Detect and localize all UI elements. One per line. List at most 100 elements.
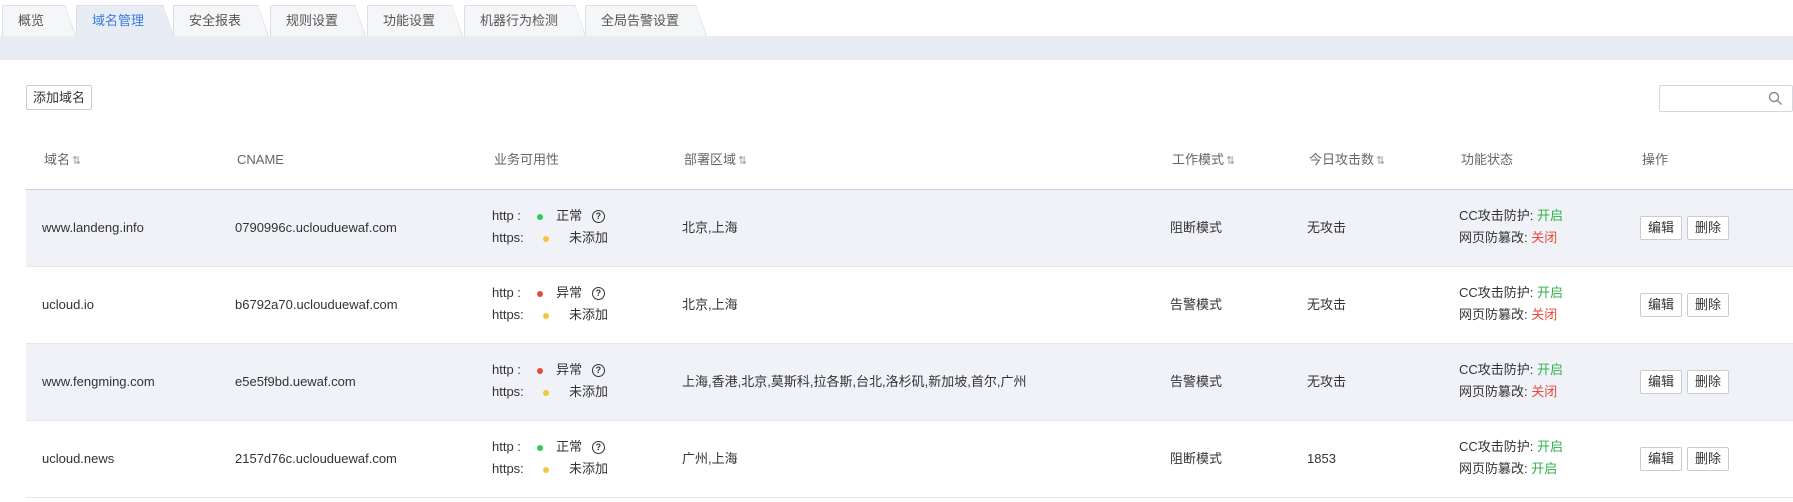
help-icon[interactable]: ? [591,441,605,455]
table-header: 域名 ⇅ CNAME 业务可用性 部署区域 ⇅ 工作模式 ⇅ 今日攻击数 ⇅ 功能状态 … [26,145,1793,190]
region-cell: 广州,上海 [682,451,738,466]
tab-label: 全局告警设置 [601,13,680,28]
mode-cell: 阻断模式 [1170,451,1223,466]
tab-global-alert-settings[interactable]: 全局告警设置 [585,5,707,36]
cc-label: CC攻击防护: [1459,208,1534,223]
https-availability: https: 未添加 [492,228,608,248]
column-label: 今日攻击数 [1309,152,1375,167]
edit-button[interactable]: 编辑 [1640,447,1682,471]
table-row: ucloud.news 2157d76c.uclouduewaf.com htt… [26,421,1793,498]
column-header-domain[interactable]: 域名 ⇅ [44,145,81,175]
help-icon[interactable]: ? [591,287,605,301]
delete-button[interactable]: 删除 [1687,216,1729,240]
http-label: http : [492,285,521,300]
edit-button[interactable]: 编辑 [1640,216,1682,240]
tab-rule-settings[interactable]: 规则设置 [270,5,366,36]
http-label: http : [492,362,521,377]
sort-icon[interactable]: ⇅ [72,155,81,167]
tamper-label: 网页防篡改: [1459,307,1528,322]
tamper-state: 开启 [1531,461,1558,476]
tab-bot-detection[interactable]: 机器行为检测 [464,5,586,36]
tamper-label: 网页防篡改: [1459,461,1528,476]
cc-protection-status: CC攻击防护: 开启 [1459,206,1563,226]
delete-button[interactable]: 删除 [1687,447,1729,471]
tamper-state: 关闭 [1531,384,1558,399]
cc-state: 开启 [1537,362,1564,377]
column-header-cname: CNAME [237,145,284,175]
cc-label: CC攻击防护: [1459,362,1534,377]
column-header-mode[interactable]: 工作模式 ⇅ [1172,145,1235,175]
https-status: 未添加 [569,461,609,476]
tamper-label: 网页防篡改: [1459,230,1528,245]
tamper-protection-status: 网页防篡改: 开启 [1459,459,1557,479]
column-header-attacks[interactable]: 今日攻击数 ⇅ [1309,145,1385,175]
tab-underline-band [0,36,1793,60]
cc-state: 开启 [1537,285,1564,300]
http-availability: http : 正常 ? [492,437,605,457]
column-header-availability: 业务可用性 [494,145,559,175]
https-label: https: [492,230,524,245]
attacks-cell: 无攻击 [1307,220,1347,235]
status-dot-icon [536,213,543,220]
https-status: 未添加 [569,230,609,245]
domain-cell: ucloud.io [42,297,95,312]
cc-label: CC攻击防护: [1459,285,1534,300]
tab-label: 机器行为检测 [480,13,559,28]
add-domain-button[interactable]: 添加域名 [26,85,92,110]
cname-cell: b6792a70.uclouduewaf.com [235,297,398,312]
help-icon[interactable]: ? [591,364,605,378]
column-label: 功能状态 [1461,152,1514,167]
https-label: https: [492,461,524,476]
http-availability: http : 异常 ? [492,283,605,303]
domain-cell: www.fengming.com [42,374,155,389]
https-status: 未添加 [569,384,609,399]
delete-button[interactable]: 删除 [1687,370,1729,394]
http-status: 异常 [556,362,583,377]
tab-overview[interactable]: 概览 [2,5,76,36]
sort-icon[interactable]: ⇅ [738,155,747,167]
tamper-protection-status: 网页防篡改: 关闭 [1459,228,1557,248]
status-dot-icon [536,444,543,451]
tab-bar: 概览 域名管理 安全报表 规则设置 功能设置 机器行为检测 全局告警设置 [0,0,1793,36]
http-availability: http : 正常 ? [492,206,605,226]
https-availability: https: 未添加 [492,305,608,325]
attacks-cell: 无攻击 [1307,297,1347,312]
cname-cell: 0790996c.uclouduewaf.com [235,220,397,235]
column-header-ops: 操作 [1642,145,1668,175]
tab-label: 概览 [18,13,45,28]
https-label: https: [492,307,524,322]
status-dot-icon [543,312,550,319]
attacks-cell: 无攻击 [1307,374,1347,389]
table-row: ucloud.io b6792a70.uclouduewaf.com http … [26,267,1793,344]
cc-label: CC攻击防护: [1459,439,1534,454]
column-header-region[interactable]: 部署区域 ⇅ [684,145,747,175]
help-icon[interactable]: ? [591,210,605,224]
cname-cell: 2157d76c.uclouduewaf.com [235,451,397,466]
column-label: 工作模式 [1172,152,1225,167]
edit-button[interactable]: 编辑 [1640,370,1682,394]
http-availability: http : 异常 ? [492,360,605,380]
http-status: 正常 [556,439,583,454]
column-label: 操作 [1642,152,1669,167]
tab-label: 安全报表 [189,13,242,28]
tamper-label: 网页防篡改: [1459,384,1528,399]
edit-button[interactable]: 编辑 [1640,293,1682,317]
delete-button[interactable]: 删除 [1687,293,1729,317]
sort-icon[interactable]: ⇅ [1226,155,1235,167]
region-cell: 北京,上海 [682,220,738,235]
tab-domain-management[interactable]: 域名管理 [76,5,174,36]
domain-cell: www.landeng.info [42,220,144,235]
status-dot-icon [543,389,550,396]
tamper-protection-status: 网页防篡改: 关闭 [1459,382,1557,402]
tab-label: 域名管理 [92,13,145,28]
tab-security-report[interactable]: 安全报表 [173,5,269,36]
tab-feature-settings[interactable]: 功能设置 [367,5,463,36]
search-icon[interactable] [1768,91,1783,106]
http-status: 正常 [556,208,583,223]
cc-protection-status: CC攻击防护: 开启 [1459,437,1563,457]
cname-cell: e5e5f9bd.uewaf.com [235,374,356,389]
cc-protection-status: CC攻击防护: 开启 [1459,283,1563,303]
sort-icon[interactable]: ⇅ [1376,155,1385,167]
tab-label: 功能设置 [383,13,436,28]
https-availability: https: 未添加 [492,382,608,402]
